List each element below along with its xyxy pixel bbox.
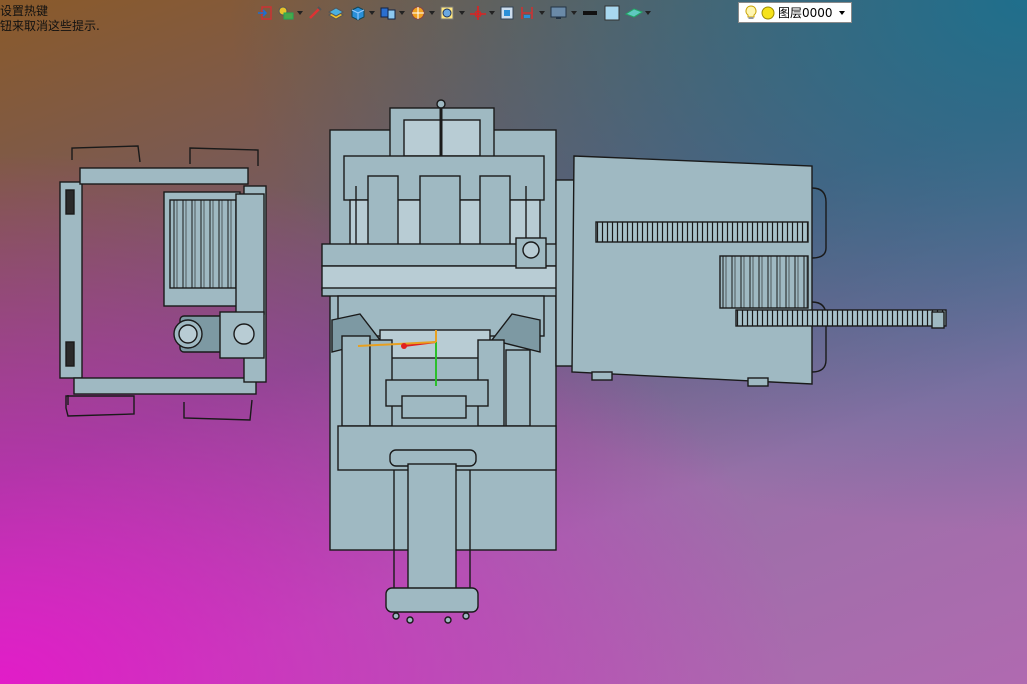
cad-viewport[interactable] — [0, 0, 1027, 684]
left-frame-assembly — [59, 145, 267, 421]
right-tray-assembly — [555, 155, 947, 387]
